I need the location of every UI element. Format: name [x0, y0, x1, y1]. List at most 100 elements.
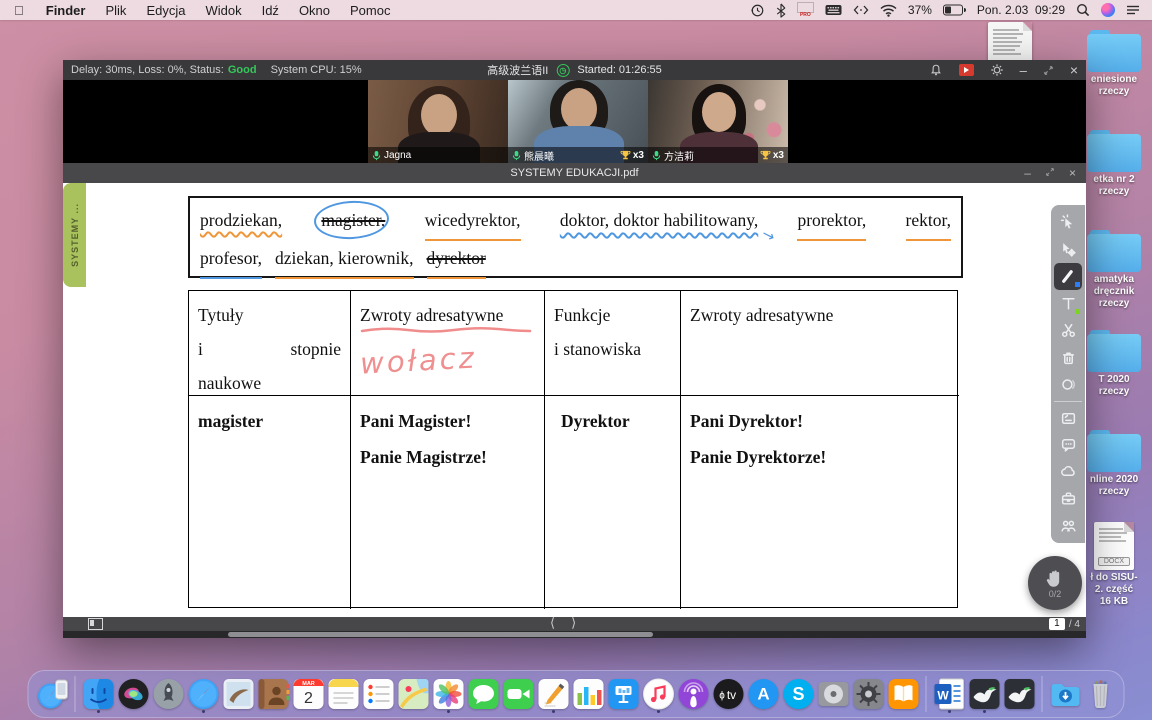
handwritten-annotation: wołacz — [359, 337, 536, 380]
dock-divider — [1042, 676, 1043, 712]
video-participant-1[interactable]: Jagna — [368, 80, 508, 163]
notification-center-icon[interactable] — [1126, 4, 1140, 16]
apple-menu-icon[interactable]:  — [14, 3, 24, 18]
hand-counter: 0/2 — [1049, 589, 1062, 599]
safari-device-icon[interactable] — [36, 675, 69, 713]
word-line-2: profesor,dziekan, kierownik,dyrektor — [200, 241, 951, 279]
table-header-cell: Funkcjei stanowiska — [545, 291, 681, 396]
pdf-expand-button[interactable] — [1045, 166, 1055, 180]
pdf-minimize-button[interactable]: – — [1024, 166, 1031, 180]
pdf-side-tab[interactable]: SYSTEMY ... — [63, 183, 86, 287]
record-icon[interactable] — [959, 64, 974, 76]
appletv-icon[interactable]: tvɸ — [712, 675, 745, 713]
pen-icon[interactable] — [1054, 263, 1082, 290]
maps-icon[interactable] — [397, 675, 430, 713]
next-page-button[interactable]: ⟩ — [571, 615, 576, 631]
cloud-icon[interactable] — [1054, 458, 1082, 485]
answer-board-icon[interactable] — [1054, 401, 1082, 431]
word-icon[interactable]: W — [933, 675, 966, 713]
desktop-folder-icon[interactable]: T 2020rzeczy — [1078, 330, 1150, 398]
books-icon[interactable] — [887, 675, 920, 713]
awards-icon[interactable] — [1054, 512, 1082, 539]
reminders-icon[interactable] — [362, 675, 395, 713]
classin2-icon[interactable] — [1003, 675, 1036, 713]
fullscreen-button[interactable] — [1043, 65, 1054, 76]
messages-icon[interactable] — [467, 675, 500, 713]
menu-item-finder[interactable]: Finder — [36, 3, 96, 18]
prev-page-button[interactable]: ⟨ — [550, 615, 555, 631]
photos-icon[interactable] — [432, 675, 465, 713]
desktop-folder-icon[interactable]: amatykadręcznikrzeczy — [1078, 230, 1150, 310]
laser-pointer-icon[interactable] — [1054, 209, 1082, 236]
running-indicator-dot — [948, 710, 951, 713]
thumbnail-panel-icon[interactable] — [88, 618, 103, 630]
menu-item-widok[interactable]: Widok — [195, 3, 251, 18]
table-body-cell: Pani Magister!Panie Magistrze! — [351, 396, 545, 609]
running-indicator-dot — [202, 710, 205, 713]
scrollbar-thumb[interactable] — [228, 632, 653, 637]
desktop-folder-icon[interactable]: etka nr 2rzeczy — [1078, 130, 1150, 198]
appstore-icon[interactable]: A — [747, 675, 780, 713]
keyboard-icon[interactable] — [825, 4, 842, 16]
bell-icon[interactable] — [929, 63, 943, 77]
notes-icon[interactable] — [327, 675, 360, 713]
menu-item-idź[interactable]: Idź — [252, 3, 289, 18]
shape-arc-icon[interactable] — [1054, 371, 1082, 398]
scissors-icon[interactable] — [1054, 317, 1082, 344]
calendar-icon[interactable]: MAR2 — [292, 675, 325, 713]
contacts-icon[interactable] — [257, 675, 290, 713]
downloads-icon[interactable] — [1049, 675, 1082, 713]
music-icon[interactable] — [642, 675, 675, 713]
launchpad-icon[interactable] — [152, 675, 185, 713]
desktop-document-icon[interactable] — [988, 22, 1032, 62]
menu-item-okno[interactable]: Okno — [289, 3, 340, 18]
video-participant-2[interactable]: 熊晨曦 x3 — [508, 80, 648, 163]
minimize-window-button[interactable]: – — [1020, 63, 1027, 78]
spotlight-search-icon[interactable] — [1076, 3, 1090, 17]
siri-icon[interactable] — [1101, 3, 1115, 17]
mail-icon[interactable] — [222, 675, 255, 713]
video-participant-3[interactable]: 方洁莉 x3 — [648, 80, 788, 163]
keynote-icon[interactable] — [607, 675, 640, 713]
horizontal-scrollbar[interactable] — [63, 631, 1086, 638]
chat-icon[interactable] — [1054, 431, 1082, 458]
desktop-folder-icon[interactable]: eniesionerzeczy — [1078, 30, 1150, 98]
menu-item-plik[interactable]: Plik — [95, 3, 136, 18]
wifi-icon[interactable] — [880, 4, 897, 17]
bluetooth-icon[interactable] — [776, 3, 786, 18]
finder-icon[interactable] — [82, 675, 115, 713]
select-move-icon[interactable] — [1054, 236, 1082, 263]
raise-hand-button[interactable]: 0/2 — [1028, 556, 1082, 610]
pages-icon[interactable] — [537, 675, 570, 713]
facetime-icon[interactable] — [502, 675, 535, 713]
svg-text:W: W — [937, 689, 949, 703]
classin-icon[interactable] — [968, 675, 1001, 713]
desktop-docx-icon[interactable]: DOCXł do SISU-2. część16 KB — [1078, 522, 1150, 608]
settings-gear-icon[interactable] — [990, 63, 1004, 77]
skype-icon[interactable]: S — [782, 675, 815, 713]
code-brackets-icon[interactable] — [853, 4, 869, 16]
text-tool-icon[interactable] — [1054, 290, 1082, 317]
trash-tool-icon[interactable] — [1054, 344, 1082, 371]
time-machine-icon[interactable] — [750, 3, 765, 18]
battery-icon[interactable] — [943, 4, 966, 16]
numbers-icon[interactable] — [572, 675, 605, 713]
page-fold — [1023, 22, 1032, 31]
safari-icon[interactable] — [187, 675, 220, 713]
sysprefs-icon[interactable] — [852, 675, 885, 713]
participant-name-bar: 熊晨曦 x3 — [508, 147, 648, 163]
page-number-input[interactable]: 1 — [1049, 618, 1065, 630]
podcasts-icon[interactable] — [677, 675, 710, 713]
menu-item-pomoc[interactable]: Pomoc — [340, 3, 400, 18]
menu-item-edycja[interactable]: Edycja — [136, 3, 195, 18]
desktop-folder-icon[interactable]: nline 2020rzeczy — [1078, 430, 1150, 498]
dvd-icon[interactable] — [817, 675, 850, 713]
pdf-close-button[interactable]: × — [1069, 166, 1076, 180]
participant-name: 熊晨曦 — [524, 148, 554, 163]
menu-clock[interactable]: Pon. 2.03 09:29 — [977, 3, 1065, 17]
trash-icon[interactable] — [1084, 675, 1117, 713]
toolbox-icon[interactable] — [1054, 485, 1082, 512]
siri-icon[interactable] — [117, 675, 150, 713]
keyboard-layout-flag-icon[interactable]: PRO — [797, 2, 814, 18]
close-window-button[interactable]: × — [1070, 62, 1078, 78]
